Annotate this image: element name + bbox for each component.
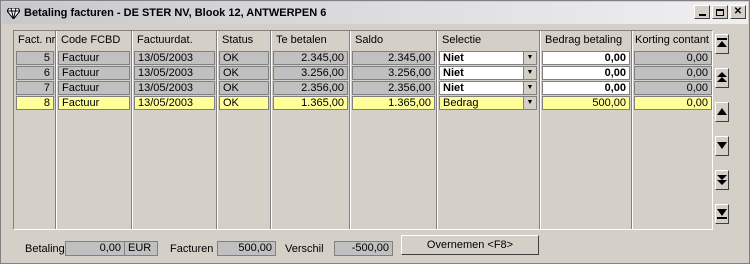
col-separator: [270, 31, 271, 229]
selectie-value: Niet: [443, 67, 464, 79]
record-navigation: [715, 34, 729, 230]
cell-te-betalen[interactable]: 1.365,00: [273, 96, 348, 110]
cell-te-betalen[interactable]: 2.356,00: [273, 81, 348, 95]
cell-korting[interactable]: 0,00: [634, 96, 712, 110]
cell-te-betalen[interactable]: 3.256,00: [273, 66, 348, 80]
cell-code[interactable]: Factuur: [58, 96, 130, 110]
page-down-icon: [717, 175, 727, 185]
header-code-fcbd: Code FCBD: [61, 34, 121, 46]
col-separator: [216, 31, 217, 229]
cell-code[interactable]: Factuur: [58, 66, 130, 80]
header-korting-contant: Korting contant: [635, 34, 709, 46]
cell-status[interactable]: OK: [219, 96, 269, 110]
close-icon: ✕: [733, 6, 743, 17]
col-separator: [55, 31, 56, 229]
page-down-button[interactable]: [715, 170, 729, 190]
chevron-down-icon[interactable]: ▼: [523, 82, 536, 94]
header-selectie: Selectie: [442, 34, 482, 46]
window-title: Betaling facturen - DE STER NV, Blook 12…: [24, 7, 327, 19]
next-record-icon: [717, 142, 727, 149]
cell-date[interactable]: 13/05/2003: [134, 81, 215, 95]
col-separator: [131, 31, 132, 229]
cell-fact-nr[interactable]: 5: [16, 51, 54, 65]
verschil-value: -500,00: [334, 241, 393, 256]
bedrag-betaling-input[interactable]: 500,00: [542, 96, 630, 110]
prev-record-icon: [717, 108, 727, 115]
last-record-button[interactable]: [715, 204, 729, 224]
header-saldo: Saldo: [355, 34, 384, 46]
col-separator: [539, 31, 540, 229]
selectie-value: Niet: [443, 82, 464, 94]
cell-saldo[interactable]: 3.256,00: [352, 66, 435, 80]
first-record-button[interactable]: [715, 34, 729, 54]
chevron-down-icon[interactable]: ▼: [523, 67, 536, 79]
title-bar[interactable]: Betaling facturen - DE STER NV, Blook 12…: [2, 2, 748, 24]
bedrag-betaling-input[interactable]: 0,00: [542, 66, 630, 80]
minimize-button[interactable]: [694, 5, 710, 19]
cell-status[interactable]: OK: [219, 51, 269, 65]
header-factuurdat: Factuurdat.: [137, 34, 193, 46]
cell-fact-nr[interactable]: 6: [16, 66, 54, 80]
cell-date[interactable]: 13/05/2003: [134, 66, 215, 80]
selectie-value: Bedrag: [443, 97, 479, 109]
page-up-button[interactable]: [715, 68, 729, 88]
facturen-label: Facturen: [170, 243, 214, 255]
header-fact-nr: Fact. nr: [18, 34, 56, 46]
cell-korting[interactable]: 0,00: [634, 66, 712, 80]
cell-status[interactable]: OK: [219, 66, 269, 80]
overnemen-button[interactable]: Overnemen <F8>: [401, 235, 539, 255]
header-bedrag-betaling: Bedrag betaling: [545, 34, 623, 46]
header-status: Status: [222, 34, 254, 46]
col-separator: [349, 31, 350, 229]
header-te-betalen: Te betalen: [276, 34, 327, 46]
bedrag-betaling-input[interactable]: 0,00: [542, 51, 630, 65]
currency-value: EUR: [124, 241, 158, 256]
bedrag-betaling-input[interactable]: 0,00: [542, 81, 630, 95]
col-separator: [631, 31, 632, 229]
last-record-icon: [717, 209, 727, 219]
cell-saldo[interactable]: 2.356,00: [352, 81, 435, 95]
cell-saldo[interactable]: 2.345,00: [352, 51, 435, 65]
cell-fact-nr[interactable]: 8: [16, 96, 54, 110]
first-record-icon: [717, 38, 727, 47]
selectie-dropdown[interactable]: Niet ▼: [439, 81, 537, 95]
cell-korting[interactable]: 0,00: [634, 81, 712, 95]
chevron-down-icon[interactable]: ▼: [523, 97, 536, 109]
chevron-down-icon[interactable]: ▼: [523, 52, 536, 64]
next-record-button[interactable]: [715, 136, 729, 156]
cell-date[interactable]: 13/05/2003: [134, 96, 215, 110]
cell-saldo[interactable]: 1.365,00: [352, 96, 435, 110]
betaling-value: 0,00: [65, 241, 125, 256]
maximize-icon: [716, 8, 724, 16]
prev-record-button[interactable]: [715, 102, 729, 122]
selectie-value: Niet: [443, 52, 464, 64]
betaling-label: Betaling: [25, 243, 65, 255]
cell-te-betalen[interactable]: 2.345,00: [273, 51, 348, 65]
cell-fact-nr[interactable]: 7: [16, 81, 54, 95]
maximize-button[interactable]: [712, 5, 728, 19]
cell-date[interactable]: 13/05/2003: [134, 51, 215, 65]
selectie-dropdown[interactable]: Niet ▼: [439, 51, 537, 65]
cell-status[interactable]: OK: [219, 81, 269, 95]
selectie-dropdown[interactable]: Bedrag ▼: [439, 96, 537, 110]
minimize-icon: [698, 14, 706, 16]
invoice-grid: Fact. nr Code FCBD Factuurdat. Status Te…: [13, 30, 713, 230]
verschil-label: Verschil: [285, 243, 324, 255]
cell-code[interactable]: Factuur: [58, 81, 130, 95]
facturen-value: 500,00: [217, 241, 276, 256]
page-up-icon: [717, 72, 727, 82]
close-button[interactable]: ✕: [730, 5, 746, 19]
payment-window: Betaling facturen - DE STER NV, Blook 12…: [0, 0, 750, 264]
col-separator: [436, 31, 437, 229]
cell-korting[interactable]: 0,00: [634, 51, 712, 65]
diamond-app-icon: [6, 6, 20, 20]
cell-code[interactable]: Factuur: [58, 51, 130, 65]
selectie-dropdown[interactable]: Niet ▼: [439, 66, 537, 80]
